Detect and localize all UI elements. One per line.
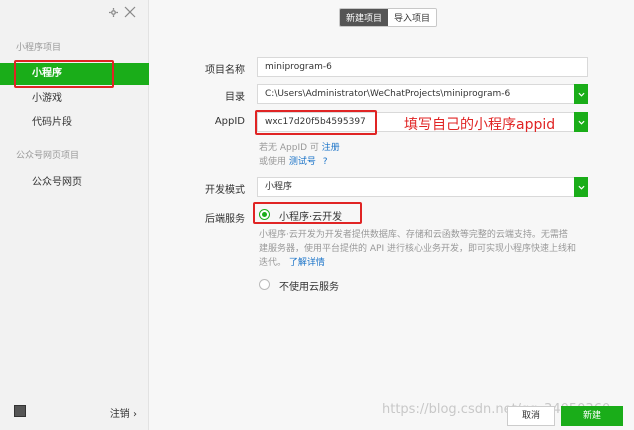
learn-more-link[interactable]: 了解详情: [289, 258, 325, 268]
create-button[interactable]: 新建: [561, 406, 623, 426]
appid-register-prefix: 若无 AppID 可: [259, 143, 319, 153]
appid-value: wxc17d20f5b4595397: [265, 117, 366, 127]
appid-annotation: 填写自己的小程序appid: [404, 117, 556, 133]
cloud-dev-desc-line3: 迭代。: [259, 258, 287, 268]
dev-mode-label: 开发模式: [205, 185, 245, 196]
cloud-dev-desc-line1: 小程序·云开发为开发者提供数据库、存储和云函数等完整的云端支持。无需搭: [259, 230, 568, 240]
settings-icon[interactable]: [109, 7, 118, 20]
sidebar-item-official-web[interactable]: 公众号网页: [0, 172, 149, 194]
directory-value: C:\Users\Administrator\WeChatProjects\mi…: [265, 89, 511, 99]
project-name-label: 项目名称: [205, 65, 245, 76]
radio-no-cloud[interactable]: [259, 279, 270, 290]
appid-register-note: 若无 AppID 可 注册: [259, 140, 340, 153]
cloud-dev-desc-line2: 建服务器，使用平台提供的 API 进行核心业务开发，即可实现小程序快速上线和: [259, 244, 576, 254]
project-name-input[interactable]: miniprogram-6: [257, 57, 588, 77]
appid-test-note: 或使用 测试号 ?: [259, 154, 328, 167]
sidebar-section-official: 公众号网页项目: [16, 151, 80, 161]
avatar: [14, 405, 26, 417]
sidebar-item-code-snippet[interactable]: 代码片段: [0, 112, 149, 134]
dev-mode-select[interactable]: 小程序: [257, 177, 588, 197]
cancel-button[interactable]: 取消: [507, 406, 555, 426]
appid-test-prefix: 或使用: [259, 157, 287, 167]
directory-input[interactable]: C:\Users\Administrator\WeChatProjects\mi…: [257, 84, 588, 104]
radio-cloud-dev[interactable]: [259, 209, 270, 220]
cloud-dev-description: 小程序·云开发为开发者提供数据库、存储和云函数等完整的云端支持。无需搭 建服务器…: [259, 228, 599, 270]
chevron-down-icon: [577, 92, 585, 97]
appid-label: AppID: [214, 116, 245, 127]
help-icon[interactable]: ?: [323, 157, 328, 167]
sidebar-footer: 注销 ›: [0, 396, 149, 430]
directory-label: 目录: [225, 92, 245, 103]
project-tabs: 新建项目 导入项目: [339, 8, 438, 27]
directory-dropdown-button[interactable]: [574, 84, 588, 104]
main-panel: 新建项目 导入项目 项目名称 miniprogram-6 目录 C:\Users…: [149, 0, 634, 430]
logout-link[interactable]: 注销 ›: [110, 405, 137, 420]
dev-mode-value: 小程序: [265, 182, 293, 192]
sidebar-item-minigame[interactable]: 小游戏: [0, 88, 149, 110]
cloud-dev-option-label[interactable]: 小程序·云开发: [279, 208, 342, 223]
chevron-down-icon: [577, 185, 585, 190]
chevron-down-icon: [577, 120, 585, 125]
window-controls: [109, 6, 136, 21]
sidebar-section-miniprogram: 小程序项目: [16, 43, 62, 53]
appid-dropdown-button[interactable]: [574, 112, 588, 132]
close-icon[interactable]: [124, 6, 136, 21]
register-link[interactable]: 注册: [322, 143, 340, 153]
tab-new-project[interactable]: 新建项目: [340, 9, 389, 26]
tab-import-project[interactable]: 导入项目: [388, 9, 437, 26]
sidebar-item-miniprogram[interactable]: 小程序: [0, 63, 149, 85]
test-account-link[interactable]: 测试号: [289, 157, 316, 167]
sidebar: 小程序项目 小程序 小游戏 代码片段 公众号网页项目 公众号网页 注销 ›: [0, 0, 149, 430]
dev-mode-dropdown-button[interactable]: [574, 177, 588, 197]
backend-service-label: 后端服务: [205, 214, 245, 225]
no-cloud-option-label[interactable]: 不使用云服务: [279, 278, 339, 293]
